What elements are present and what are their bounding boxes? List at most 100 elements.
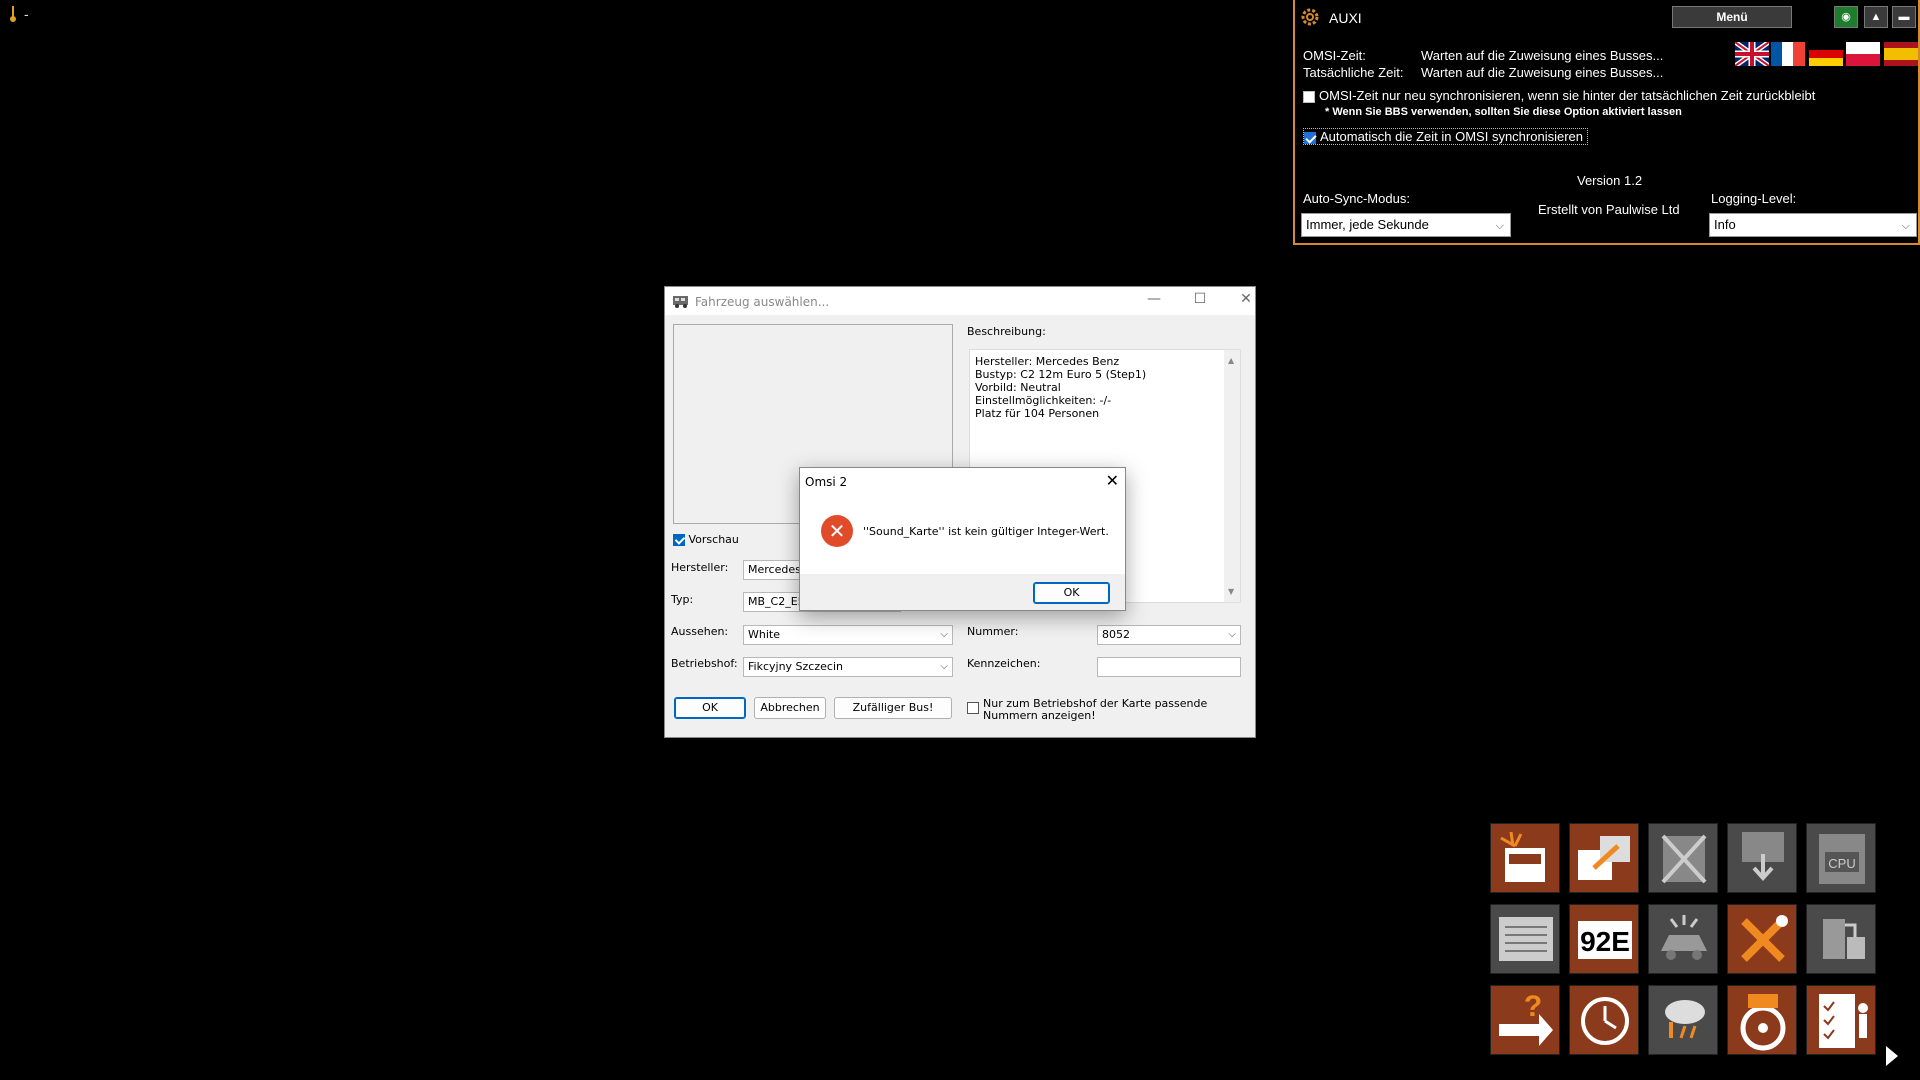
english-flag[interactable] [1735, 42, 1769, 66]
spanish-flag[interactable] [1884, 42, 1918, 66]
tray-dash: - [24, 6, 29, 22]
description-scrollbar[interactable]: ▲ ▼ [1224, 350, 1240, 602]
depot-numbers-label: Nur zum Betriebshof der Karte passende N… [983, 697, 1208, 722]
gear-icon [1301, 8, 1319, 26]
number-label: Nummer: [967, 625, 1019, 638]
resync-option[interactable]: OMSI-Zeit nur neu synchronisieren, wenn … [1303, 88, 1815, 103]
scroll-up-icon[interactable]: ▲ [1228, 354, 1234, 367]
auxi-header: AUXI Menü ◉ ▲ ▬ [1295, 0, 1918, 34]
preview-option[interactable]: Vorschau [673, 533, 739, 546]
logging-level-value: Info [1714, 217, 1736, 232]
bus-swap-icon [1578, 836, 1630, 880]
bus-spark-icon [1500, 831, 1545, 882]
preview-label: Vorschau [688, 533, 739, 546]
tool-clock-route[interactable] [1569, 985, 1639, 1055]
resync-checkbox[interactable] [1303, 90, 1315, 103]
bbs-note: * Wenn Sie BBS verwenden, sollten Sie di… [1325, 106, 1682, 118]
depot-numbers-option[interactable]: Nur zum Betriebshof der Karte passende N… [967, 698, 1247, 722]
tool-weather[interactable] [1648, 985, 1718, 1055]
autosync-option[interactable]: Automatisch die Zeit in OMSI synchronisi… [1303, 128, 1588, 145]
appearance-select[interactable]: White ⌵ [743, 625, 953, 645]
plate-input[interactable] [1097, 657, 1241, 677]
french-flag[interactable] [1771, 42, 1805, 66]
bus-down-icon [1742, 832, 1784, 881]
tool-bus-remove[interactable] [1648, 823, 1718, 893]
chevron-down-icon: ⌵ [1228, 629, 1236, 640]
type-label: Typ: [671, 593, 694, 606]
number-value: 8052 [1102, 628, 1130, 641]
error-message: ''Sound_Karte'' ist kein gültiger Intege… [863, 525, 1109, 538]
chevron-down-icon: ⌵ [940, 629, 948, 640]
cancel-button[interactable]: Abbrechen [754, 697, 826, 719]
real-time-value: Warten auf die Zuweisung eines Busses... [1421, 65, 1664, 80]
car-alarm-icon [1661, 915, 1707, 960]
autosync-checkbox[interactable] [1304, 131, 1316, 144]
autosync-mode-select[interactable]: Immer, jede Sekunde ⌵ [1301, 213, 1511, 237]
expand-arrow-icon[interactable] [1886, 1046, 1898, 1066]
chevron-down-icon: ⌵ [940, 661, 948, 672]
error-dialog: Omsi 2 ✕ ✕ ''Sound_Karte'' ist kein gült… [799, 467, 1126, 611]
omsi-time-value: Warten auf die Zuweisung eines Busses... [1421, 48, 1664, 63]
tool-checklist[interactable] [1806, 985, 1876, 1055]
description-line: Platz für 104 Personen [975, 407, 1100, 420]
tool-bus-swap[interactable] [1569, 823, 1639, 893]
minimize-icon: ▬ [1898, 11, 1910, 23]
error-dialog-body: ✕ ''Sound_Karte'' ist kein gültiger Inte… [800, 496, 1125, 574]
vehicle-dialog-title: Fahrzeug auswählen... [695, 295, 830, 309]
tool-timetable[interactable] [1490, 904, 1560, 974]
auxi-panel: AUXI Menü ◉ ▲ ▬ OMSI-Zeit: Warten auf di… [1293, 0, 1920, 245]
tool-route-sign[interactable]: 92E [1569, 904, 1639, 974]
clock-icon [1581, 997, 1629, 1045]
eye-button[interactable]: ◉ [1834, 6, 1858, 28]
close-icon: ✕ [1240, 291, 1252, 307]
vehicle-dialog-titlebar: Fahrzeug auswählen... — ☐ ✕ [665, 287, 1255, 315]
steering-wheel-icon [1740, 994, 1786, 1051]
vehicle-ok-button[interactable]: OK [674, 697, 746, 719]
polish-flag[interactable] [1846, 42, 1880, 66]
logging-level-label: Logging-Level: [1711, 191, 1797, 206]
logging-level-select[interactable]: Info ⌵ [1709, 213, 1917, 237]
depot-numbers-checkbox[interactable] [967, 702, 979, 714]
type-value: MB_C2_E5 [748, 595, 805, 608]
tool-bus-down[interactable] [1727, 823, 1797, 893]
timetable-icon [1499, 917, 1553, 961]
depot-value: Fikcyjny Szczecin [748, 660, 843, 673]
description-label: Beschreibung: [967, 325, 1046, 338]
plate-label: Kennzeichen: [967, 657, 1041, 670]
autosync-mode-label: Auto-Sync-Modus: [1303, 191, 1410, 206]
tool-bus-spark[interactable] [1490, 823, 1560, 893]
error-icon: ✕ [821, 515, 853, 547]
random-bus-button[interactable]: Zufälliger Bus! [834, 697, 952, 719]
fuel-pump-icon [1823, 919, 1865, 959]
german-flag[interactable] [1809, 42, 1843, 66]
preview-checkbox[interactable] [673, 534, 685, 546]
minimize-icon: — [1147, 291, 1161, 307]
scroll-down-icon[interactable]: ▼ [1228, 585, 1234, 598]
tool-help-sign[interactable]: ? [1490, 985, 1560, 1055]
maximize-window-button[interactable]: ☐ [1185, 291, 1215, 307]
tool-car-alarm[interactable] [1648, 904, 1718, 974]
tool-driver[interactable] [1727, 985, 1797, 1055]
description-line: Einstellmöglichkeiten: -/- [975, 394, 1112, 407]
wrench-icon [1741, 915, 1788, 962]
help-arrow-icon: ? [1499, 990, 1553, 1046]
tool-fuel[interactable] [1806, 904, 1876, 974]
collapse-button[interactable]: ▲ [1864, 6, 1888, 28]
tool-bus-cpu[interactable]: CPU [1806, 823, 1876, 893]
menu-button[interactable]: Menü [1672, 6, 1792, 28]
author-text: Erstellt von Paulwise Ltd [1538, 202, 1680, 217]
number-select[interactable]: 8052 ⌵ [1097, 625, 1241, 645]
error-dialog-titlebar: Omsi 2 ✕ [800, 468, 1125, 496]
close-icon[interactable]: ✕ [1106, 471, 1119, 490]
error-dialog-title: Omsi 2 [805, 475, 848, 489]
chevron-down-icon: ⌵ [1901, 220, 1910, 232]
minimize-window-button[interactable]: — [1139, 291, 1169, 307]
minimize-button[interactable]: ▬ [1892, 6, 1916, 28]
version-text: Version 1.2 [1577, 173, 1643, 188]
tool-repair[interactable] [1727, 904, 1797, 974]
depot-select[interactable]: Fikcyjny Szczecin ⌵ [743, 657, 953, 677]
error-ok-button[interactable]: OK [1033, 582, 1110, 604]
resync-option-label: OMSI-Zeit nur neu synchronisieren, wenn … [1319, 88, 1816, 103]
close-window-button[interactable]: ✕ [1231, 291, 1261, 307]
omsi-time-label: OMSI-Zeit: [1303, 48, 1366, 63]
